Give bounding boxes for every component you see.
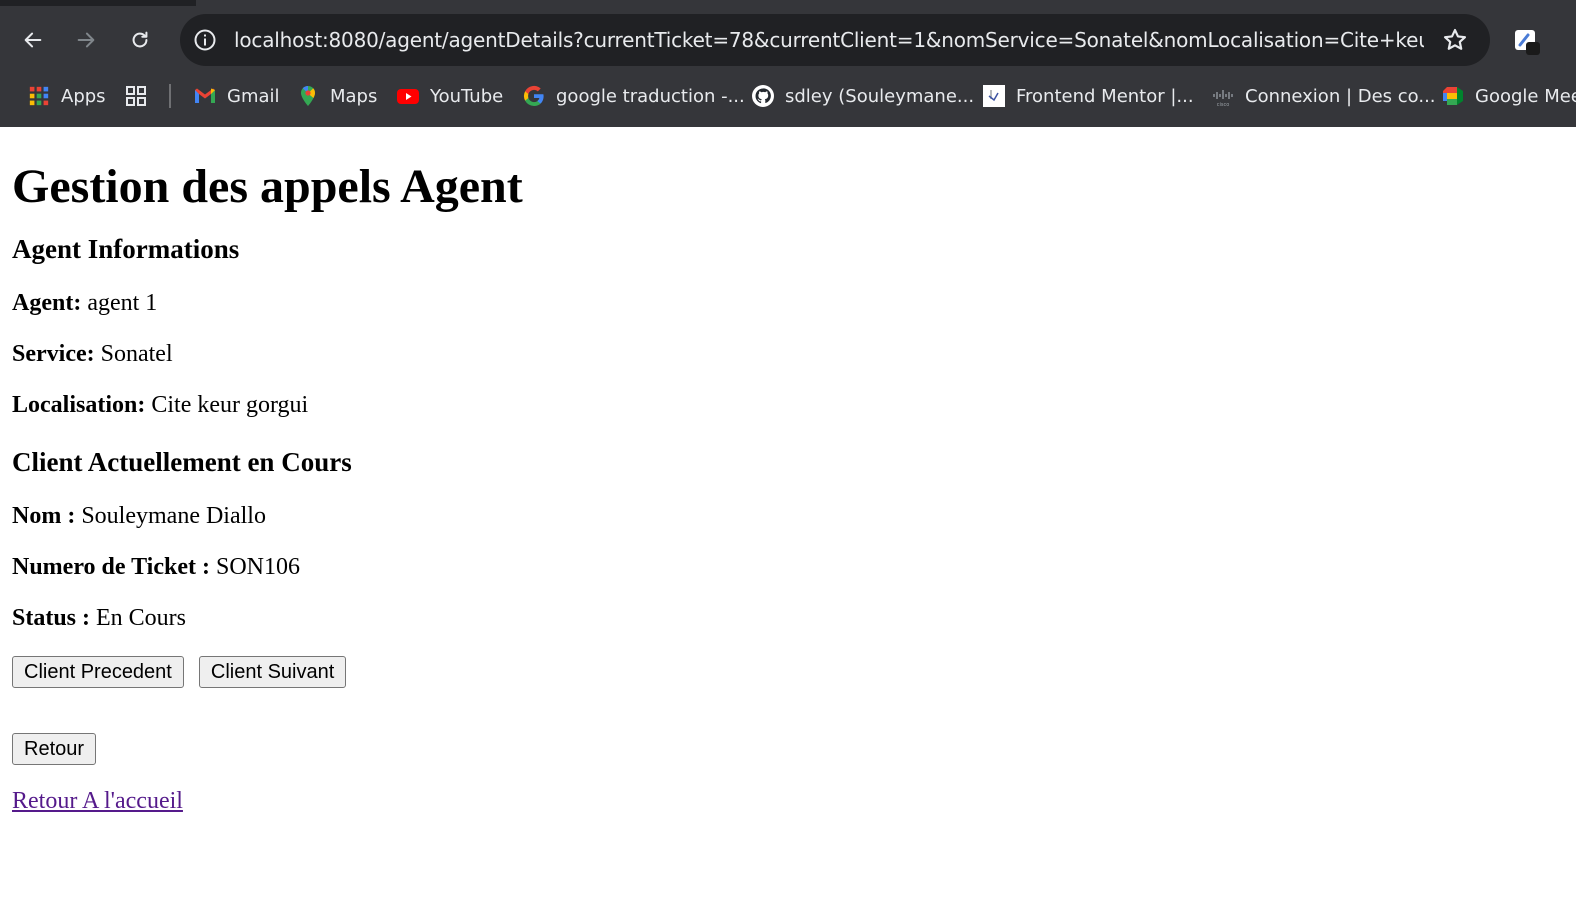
ticket-label: Numero de Ticket : — [12, 554, 210, 580]
agent-label: Agent: — [12, 290, 82, 316]
status-row: Status : En Cours — [12, 604, 1564, 632]
status-label: Status : — [12, 605, 91, 631]
browser-chrome: localhost:8080/agent/agentDetails?curren… — [0, 0, 1576, 127]
client-navigation-buttons: Client Precedent Client Suivant — [12, 656, 1564, 688]
bookmark-label: sdley (Souleymane... — [785, 85, 975, 107]
agent-section-heading: Agent Informations — [12, 234, 240, 264]
client-name-row: Nom : Souleymane Diallo — [12, 502, 1564, 530]
localisation-label: Localisation: — [12, 392, 146, 418]
frontend-mentor-icon — [982, 84, 1006, 108]
bookmark-google-meet[interactable]: Google Mee — [1441, 78, 1576, 114]
bookmark-frontend-mentor[interactable]: Frontend Mentor |... — [982, 78, 1194, 114]
client-name-value: Souleymane Diallo — [75, 503, 266, 529]
svg-text:cisco: cisco — [1217, 102, 1230, 108]
status-value: En Cours — [90, 605, 187, 631]
active-tab[interactable] — [196, 0, 1576, 6]
address-bar[interactable]: localhost:8080/agent/agentDetails?curren… — [180, 14, 1490, 66]
service-row: Service: Sonatel — [12, 340, 1564, 368]
bookmark-label: Frontend Mentor |... — [1016, 85, 1194, 107]
bookmark-apps[interactable]: Apps — [27, 78, 106, 114]
tab-strip — [0, 0, 1576, 6]
bookmarks-separator — [169, 84, 171, 108]
youtube-icon — [396, 84, 420, 108]
site-info-icon[interactable] — [192, 27, 218, 53]
browser-toolbar: localhost:8080/agent/agentDetails?curren… — [0, 14, 1576, 66]
bookmark-connexion[interactable]: cisco Connexion | Des co... — [1211, 78, 1436, 114]
client-name-label: Nom : — [12, 503, 76, 529]
agent-row: Agent: agent 1 — [12, 289, 1564, 317]
bookmark-tab-groups[interactable] — [124, 78, 158, 114]
bookmark-google-traduction[interactable]: google traduction -... — [522, 78, 745, 114]
gmail-icon — [193, 84, 217, 108]
ticket-row: Numero de Ticket : SON106 — [12, 553, 1564, 581]
service-label: Service: — [12, 341, 95, 367]
apps-grid-icon — [27, 84, 51, 108]
localisation-value: Cite keur gorgui — [145, 392, 309, 418]
maps-pin-icon — [296, 84, 320, 108]
url-text[interactable]: localhost:8080/agent/agentDetails?curren… — [234, 28, 1424, 52]
github-icon — [751, 84, 775, 108]
bookmark-github[interactable]: sdley (Souleymane... — [751, 78, 974, 114]
bookmark-label: Gmail — [227, 85, 280, 107]
page-title: Gestion des appels Agent — [12, 160, 523, 213]
back-button[interactable]: Retour — [12, 733, 97, 765]
extension-icon[interactable] — [1512, 27, 1542, 57]
forward-arrow-icon[interactable] — [68, 22, 104, 58]
cisco-icon: cisco — [1211, 84, 1235, 108]
bookmark-label: YouTube — [430, 85, 504, 107]
home-link[interactable]: Retour A l'accueil — [12, 787, 183, 815]
ticket-value: SON106 — [210, 554, 301, 580]
localisation-row: Localisation: Cite keur gorgui — [12, 391, 1564, 419]
service-value: Sonatel — [94, 341, 173, 367]
back-arrow-icon[interactable] — [15, 22, 51, 58]
bookmark-star-icon[interactable] — [1442, 27, 1468, 53]
next-client-button[interactable]: Client Suivant — [198, 656, 347, 688]
agent-value: agent 1 — [81, 290, 158, 316]
client-section-heading: Client Actuellement en Cours — [12, 447, 352, 477]
reload-icon[interactable] — [122, 22, 158, 58]
google-meet-icon — [1441, 84, 1465, 108]
bookmark-youtube[interactable]: YouTube — [396, 78, 503, 114]
tab-groups-icon — [124, 84, 148, 108]
url-path: :8080/agent/agentDetails?currentTicket=7… — [321, 28, 1424, 52]
bookmark-label: Google Mee — [1475, 85, 1576, 107]
bookmark-label: Connexion | Des co... — [1245, 85, 1436, 107]
bookmark-label: Apps — [61, 85, 106, 107]
bookmark-label: Maps — [330, 85, 378, 107]
previous-client-button[interactable]: Client Precedent — [12, 656, 184, 688]
bookmark-label: google traduction -... — [556, 85, 745, 107]
bookmark-gmail[interactable]: Gmail — [193, 78, 280, 114]
bookmarks-bar: Apps Gmail Maps YouTube google traductio… — [0, 78, 1576, 114]
google-icon — [522, 84, 546, 108]
url-host: localhost — [234, 28, 322, 52]
page-content: Gestion des appels Agent Agent Informati… — [0, 159, 1576, 815]
back-button-row: Retour — [12, 733, 1564, 765]
bookmark-maps[interactable]: Maps — [296, 78, 377, 114]
